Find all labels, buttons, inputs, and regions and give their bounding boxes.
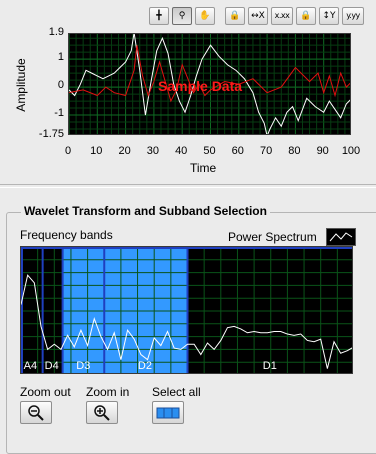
crosshair-cursor-button[interactable]: ╋ bbox=[149, 7, 169, 25]
select-all-icon bbox=[156, 407, 180, 418]
band-label-a4[interactable]: A4 bbox=[24, 360, 37, 372]
frequency-bands-svg bbox=[21, 247, 352, 373]
zoom-magnifier-button[interactable]: ⚲ bbox=[172, 7, 192, 25]
zoom-out-label: Zoom out bbox=[20, 385, 71, 399]
x-tick-label: 20 bbox=[118, 145, 131, 157]
select-all-label: Select all bbox=[152, 385, 201, 399]
section-divider bbox=[0, 184, 376, 188]
frequency-bands-label: Frequency bands bbox=[20, 228, 113, 242]
x-format-button[interactable]: x.xx bbox=[271, 7, 293, 25]
frequency-bands-plot[interactable] bbox=[20, 246, 353, 374]
select-all-button[interactable] bbox=[152, 401, 184, 424]
lock-icon: 🔒 bbox=[229, 10, 241, 21]
lock-button[interactable]: 🔒 bbox=[296, 7, 316, 25]
x-tick-label: 60 bbox=[231, 145, 244, 157]
zoom-in-icon bbox=[94, 404, 110, 421]
x-tick-label: 10 bbox=[90, 145, 103, 157]
x-tick-label: 100 bbox=[341, 145, 361, 157]
x-tick-label: 50 bbox=[203, 145, 216, 157]
zoom-in-button[interactable] bbox=[86, 401, 118, 424]
x-tick-label: 80 bbox=[288, 145, 301, 157]
y-format-button[interactable]: y.yy bbox=[342, 7, 364, 25]
x-tick-label: 70 bbox=[259, 145, 273, 157]
y-autoscale-button[interactable]: ↕Y bbox=[319, 7, 339, 25]
zoom-magnifier-icon: ⚲ bbox=[178, 10, 186, 21]
x-tick-label: 90 bbox=[316, 145, 329, 157]
band-label-d2[interactable]: D2 bbox=[138, 360, 152, 372]
power-spectrum-legend-swatch bbox=[326, 228, 356, 246]
y-format-icon: y.yy bbox=[346, 11, 360, 20]
sample-data-label: Sample Data bbox=[158, 78, 243, 94]
legend-line-icon bbox=[329, 232, 353, 242]
y-tick-label: 0 bbox=[57, 79, 64, 92]
y-tick-label: 1.9 bbox=[48, 26, 64, 38]
y-autoscale-icon: ↕Y bbox=[322, 10, 336, 21]
x-format-icon: x.xx bbox=[274, 11, 290, 20]
zoom-out-button[interactable] bbox=[20, 401, 52, 424]
crosshair-cursor-icon: ╋ bbox=[156, 10, 162, 21]
y-tick-label: -1 bbox=[54, 107, 64, 120]
power-spectrum-legend-label: Power Spectrum bbox=[228, 230, 317, 244]
y-tick-label: 1 bbox=[57, 51, 64, 64]
band-label-d4[interactable]: D4 bbox=[45, 360, 59, 372]
y-tick-label: -1.75 bbox=[38, 128, 64, 140]
band-label-d3[interactable]: D3 bbox=[76, 360, 90, 372]
x-tick-label: 30 bbox=[146, 145, 160, 157]
pan-hand-button[interactable]: ✋ bbox=[195, 7, 215, 25]
lock-button[interactable]: 🔒 bbox=[225, 7, 245, 25]
x-autoscale-button[interactable]: ↔X bbox=[248, 7, 268, 25]
section-title: Wavelet Transform and Subband Selection bbox=[21, 204, 270, 218]
lock-icon: 🔒 bbox=[300, 10, 312, 21]
x-axis-title: Time bbox=[190, 161, 217, 175]
band-label-d1[interactable]: D1 bbox=[263, 360, 277, 372]
zoom-in-label: Zoom in bbox=[86, 385, 130, 399]
zoom-out-icon bbox=[28, 404, 44, 421]
pan-hand-icon: ✋ bbox=[199, 10, 211, 21]
graph-palette-toolbar: ╋ ⚲ ✋ 🔒 ↔X x.xx 🔒 ↕Y y.yy bbox=[149, 7, 367, 27]
x-tick-label: 40 bbox=[175, 145, 188, 157]
x-autoscale-icon: ↔X bbox=[251, 10, 265, 21]
x-tick-label: 0 bbox=[64, 145, 72, 157]
